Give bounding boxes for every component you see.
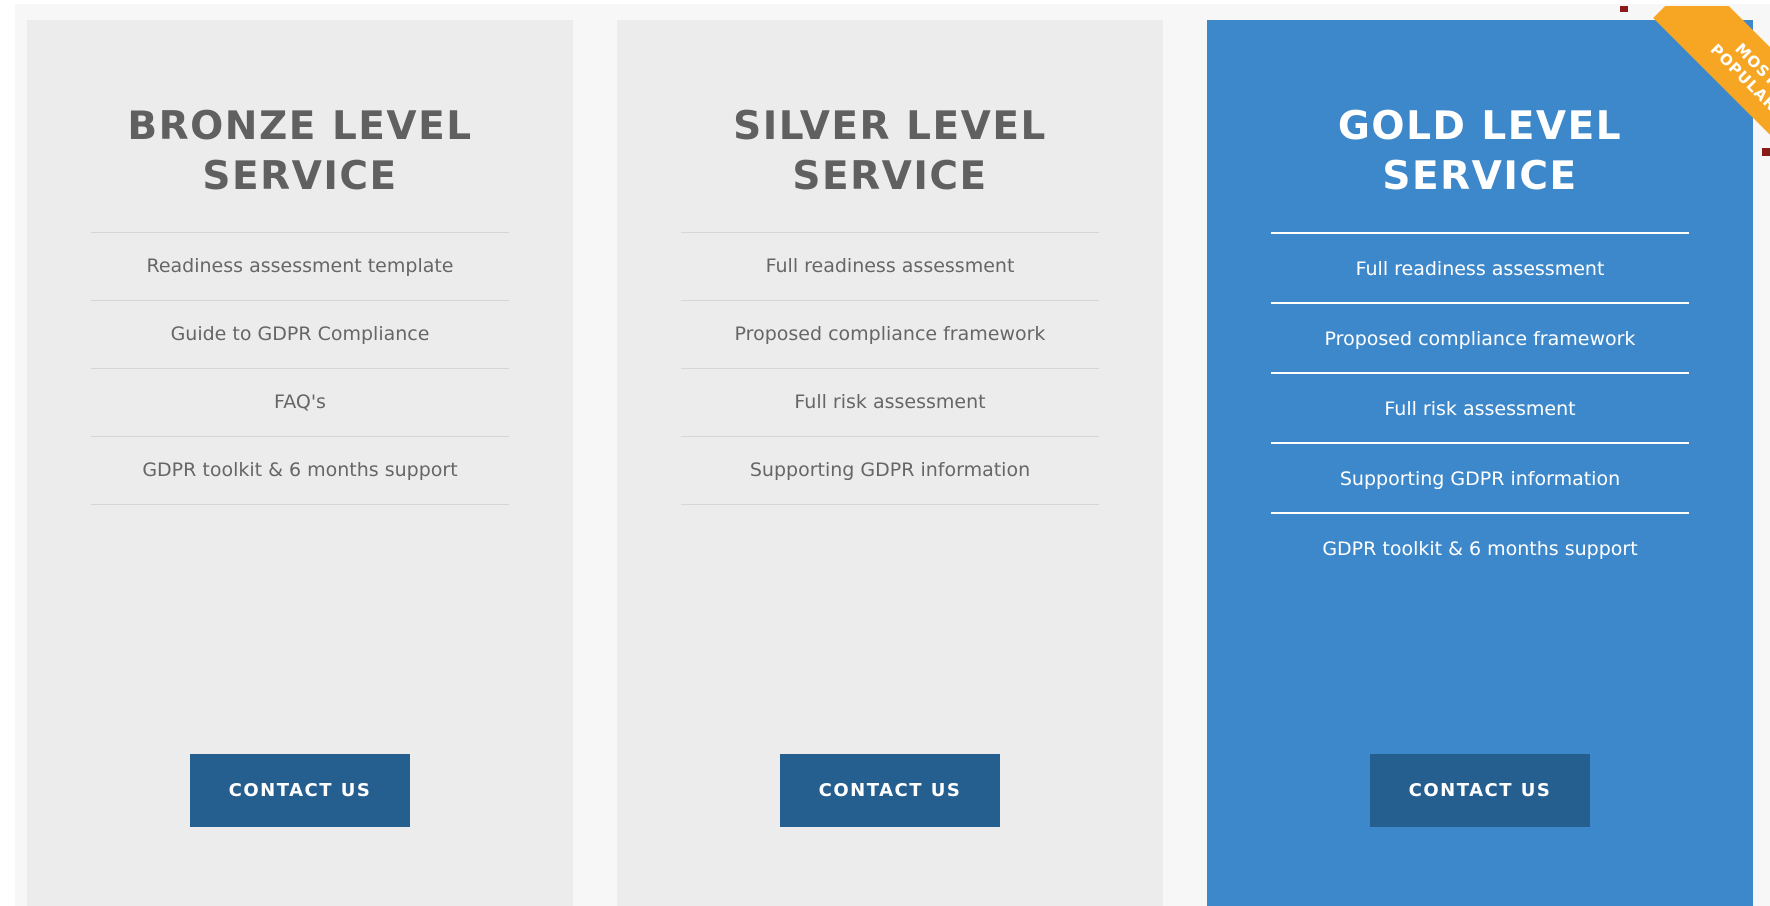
feature-item: Supporting GDPR information (681, 437, 1099, 505)
plan-title-line: SERVICE (792, 154, 988, 199)
contact-us-button[interactable]: CONTACT US (780, 754, 1000, 827)
plan-title-line: SERVICE (1382, 154, 1578, 199)
feature-item: Full readiness assessment (1271, 234, 1689, 304)
feature-item: GDPR toolkit & 6 months support (91, 437, 509, 505)
pricing-section: BRONZE LEVEL SERVICE Readiness assessmen… (15, 4, 1770, 906)
ribbon-fold (1762, 148, 1770, 156)
feature-item: FAQ's (91, 369, 509, 437)
feature-item: Full risk assessment (1271, 374, 1689, 444)
contact-us-button[interactable]: CONTACT US (1370, 754, 1590, 827)
plan-title-line: SILVER LEVEL (733, 104, 1047, 149)
most-popular-ribbon: MOST POPULAR (1620, 6, 1770, 156)
pricing-card-silver: SILVER LEVEL SERVICE Full readiness asse… (617, 20, 1163, 906)
pricing-card-bronze: BRONZE LEVEL SERVICE Readiness assessmen… (27, 20, 573, 906)
feature-item: Full risk assessment (681, 369, 1099, 437)
feature-list: Full readiness assessment Proposed compl… (1271, 232, 1689, 582)
plan-title-line: GOLD LEVEL (1337, 104, 1623, 149)
feature-item: Proposed compliance framework (1271, 304, 1689, 374)
feature-item: Guide to GDPR Compliance (91, 301, 509, 369)
feature-list: Full readiness assessment Proposed compl… (681, 232, 1099, 505)
plan-title-line: BRONZE LEVEL (127, 104, 473, 149)
ribbon-band: MOST POPULAR (1653, 6, 1770, 156)
feature-item: GDPR toolkit & 6 months support (1322, 538, 1638, 560)
ribbon-fold (1620, 6, 1628, 12)
plan-title: SILVER LEVEL SERVICE (670, 102, 1110, 202)
plan-title: BRONZE LEVEL SERVICE (80, 102, 520, 202)
pricing-card-gold: MOST POPULAR GOLD LEVEL SERVICE Full rea… (1207, 6, 1770, 906)
plan-title-line: SERVICE (202, 154, 398, 199)
feature-item: Full readiness assessment (681, 233, 1099, 301)
feature-item: Readiness assessment template (91, 233, 509, 301)
feature-list: Readiness assessment template Guide to G… (91, 232, 509, 505)
contact-us-button[interactable]: CONTACT US (190, 754, 410, 827)
feature-item: Proposed compliance framework (681, 301, 1099, 369)
feature-item: Supporting GDPR information (1271, 444, 1689, 514)
